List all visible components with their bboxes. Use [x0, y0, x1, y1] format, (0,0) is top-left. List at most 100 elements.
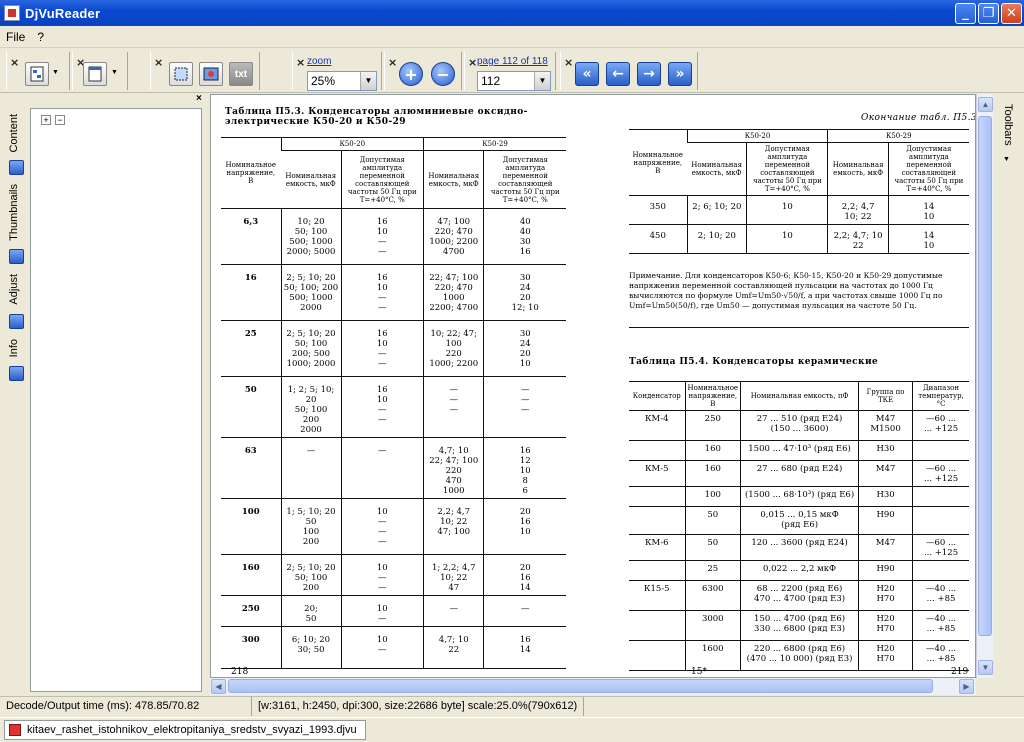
horizontal-scrollbar[interactable]: ◀ ▶ [210, 678, 976, 695]
document-info: [w:3161, h:2450, dpi:300, size:22686 byt… [252, 697, 585, 716]
table-cell: Н20 Н70 [858, 640, 913, 671]
table-cell [629, 640, 685, 671]
image-mode-button[interactable] [199, 62, 223, 86]
menu-help[interactable]: ? [37, 30, 44, 44]
maximize-button[interactable]: ❐ [978, 3, 999, 24]
vertical-scrollbar[interactable]: ▲ ▼ [976, 94, 993, 678]
chevron-down-icon[interactable]: ▼ [1003, 156, 1010, 163]
table-cell: — [340, 437, 424, 499]
last-page-button[interactable]: » [668, 62, 692, 86]
expand-all-icon[interactable]: + [41, 115, 51, 125]
col-ripple-2: Допустимая амплитуда переменной составля… [483, 150, 566, 209]
table-cell: 160 [221, 554, 281, 596]
document-view[interactable]: Таблица П5.3. Конденсаторы алюминиевые о… [210, 94, 976, 678]
table-cell: К15-5 [629, 580, 685, 611]
content-panel[interactable]: + − [30, 108, 202, 692]
table-row: 350 2; 6; 10; 20 10 2,2; 4,7 10; 22 14 10 [629, 195, 969, 225]
tab-adjust[interactable]: Adjust [8, 274, 20, 305]
select-area-button[interactable] [169, 62, 193, 86]
first-page-button[interactable]: « [575, 62, 599, 86]
scroll-left-icon[interactable]: ◀ [211, 679, 226, 694]
zoom-out-button[interactable]: − [431, 62, 455, 86]
table-cell: 2,2; 4,7 10; 22 [827, 195, 889, 225]
table-cell: Н90 [858, 506, 913, 535]
previous-page-button[interactable]: ← [606, 62, 630, 86]
table-cell: 4,7; 10 22 [422, 626, 484, 669]
table-cell: 220 ... 6800 (ряд Е6) (470 ... 10 000) (… [740, 640, 859, 671]
app-icon [4, 5, 20, 21]
close-group-icon[interactable]: × [388, 56, 397, 69]
capacitor-table-p5-3-cont: Номинальное напряжение, В К50-20 К50-29 … [629, 129, 969, 254]
close-group-icon[interactable]: × [10, 56, 19, 69]
toolbar-group-zoom: × zoom 25% ▼ [292, 52, 382, 91]
table-cell: 2,2; 4,7 10; 22 47; 100 [422, 498, 484, 555]
tab-thumbnails[interactable]: Thumbnails [8, 184, 20, 241]
table-cell [912, 440, 969, 461]
tab-content[interactable]: Content [8, 114, 20, 153]
scroll-up-icon[interactable]: ▲ [978, 97, 993, 112]
text-mode-button[interactable]: txt [229, 62, 253, 86]
zoom-select[interactable]: 25% ▼ [307, 71, 377, 91]
dropdown-arrow-icon[interactable]: ▼ [111, 69, 118, 76]
menu-bar: File ? [0, 26, 1024, 48]
scroll-right-icon[interactable]: ▶ [959, 679, 974, 694]
info-tab-icon[interactable] [9, 366, 24, 381]
table-cell: КМ-4 [629, 410, 685, 441]
horizontal-scroll-thumb[interactable] [228, 679, 933, 693]
minus-icon: − [436, 64, 450, 84]
wrench-icon[interactable] [9, 314, 24, 329]
file-tab-label: kitaev_rashet_istohnikov_elektropitaniya… [27, 724, 357, 736]
close-button[interactable]: ✕ [1001, 3, 1022, 24]
minimize-button[interactable]: _ [955, 3, 976, 24]
toolbar-group-paging: × « ← → » [560, 52, 698, 90]
table-cell: 30 24 20 10 [483, 320, 566, 377]
close-group-icon[interactable]: × [154, 56, 163, 69]
table-cell: — — — [483, 376, 566, 438]
table-cell: 47; 100 220; 470 1000; 2200 4700 [422, 208, 484, 265]
dropdown-arrow-icon[interactable]: ▼ [52, 69, 59, 76]
table-cell: (1500 ... 68·10³) (ряд Е6) [740, 486, 859, 507]
table-cell: 160 [684, 460, 741, 487]
scroll-down-icon[interactable]: ▼ [978, 660, 993, 675]
next-page-button[interactable]: → [637, 62, 661, 86]
content-tab-icon[interactable] [9, 160, 24, 175]
table-cell: 10 [746, 224, 828, 254]
table-cell: — [483, 595, 566, 627]
table-row: 50 1; 2; 5; 10; 20 50; 100 200 2000 16 10 … [221, 376, 566, 438]
table-row: 63— —4,7; 10 22; 47; 100 220 470 1000 16 1… [221, 437, 566, 499]
vertical-scroll-thumb[interactable] [978, 116, 992, 636]
menu-file[interactable]: File [6, 30, 25, 44]
file-tab[interactable]: kitaev_rashet_istohnikov_elektropitaniya… [4, 720, 366, 740]
table-cell: 30 24 20 12; 10 [483, 264, 566, 321]
table-cell [629, 610, 685, 641]
table-cell: 2; 6; 10; 20 [686, 195, 747, 225]
page-layout-button[interactable] [83, 62, 107, 86]
collapse-all-icon[interactable]: − [55, 115, 65, 125]
tab-info[interactable]: Info [8, 339, 20, 357]
capacitor-table-p5-3: Номинальное напряжение, В К50-20 К50-29 … [221, 137, 566, 669]
close-group-icon[interactable]: × [468, 56, 477, 69]
close-panel-icon[interactable]: × [196, 93, 202, 104]
title-bar[interactable]: DjVuReader _ ❐ ✕ [0, 0, 1024, 26]
chevron-down-icon[interactable]: ▼ [360, 72, 376, 90]
table-cell: 50 [221, 376, 281, 438]
table-cell: КМ-6 [629, 534, 685, 561]
chevron-down-icon[interactable]: ▼ [534, 72, 550, 90]
table-cell: 250 [221, 595, 281, 627]
zoom-in-button[interactable]: + [399, 62, 423, 86]
tab-toolbars[interactable]: Toolbars [1002, 104, 1014, 146]
table-cell: 16 [221, 264, 281, 321]
toolbar-group-zoom-buttons: × + − [384, 52, 462, 90]
table-cell: 16 10 — — [340, 264, 424, 321]
document-tree-button[interactable] [25, 62, 49, 86]
page-select[interactable]: 112 ▼ [477, 71, 551, 91]
table-row: 100 (1500 ... 68·10³) (ряд Е6) Н30 [629, 486, 969, 507]
close-group-icon[interactable]: × [296, 56, 305, 69]
close-group-icon[interactable]: × [564, 56, 573, 69]
table-cell: 150 ... 4700 (ряд Е6) 330 ... 6800 (ряд … [740, 610, 859, 641]
table-row: 6,3 10; 20 50; 100 500; 1000 2000; 5000 16… [221, 208, 566, 265]
table-cell: 250 [684, 410, 741, 441]
status-bar: Decode/Output time (ms): 478.85/70.82 [w… [0, 696, 1024, 716]
thumbnails-tab-icon[interactable] [9, 249, 24, 264]
table-cell: —60 ... ... +125 [912, 534, 969, 561]
